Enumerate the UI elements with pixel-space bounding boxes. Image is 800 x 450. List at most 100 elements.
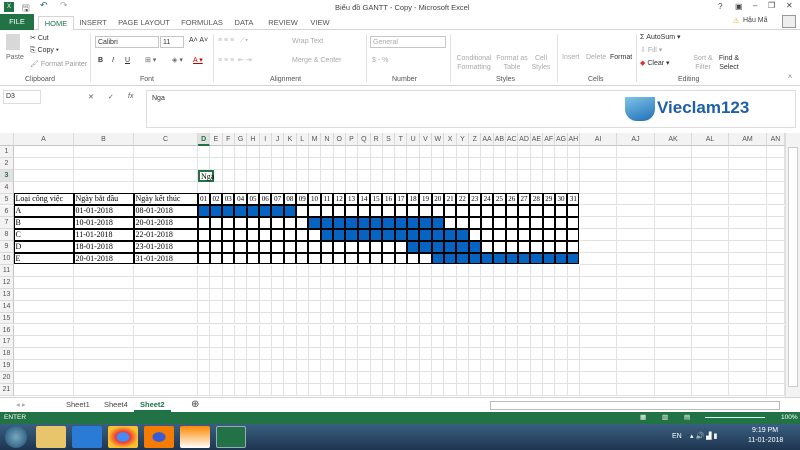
- cell[interactable]: [469, 336, 482, 349]
- cell[interactable]: [370, 312, 383, 325]
- cell[interactable]: [222, 252, 235, 265]
- cell[interactable]: [222, 336, 235, 349]
- cell[interactable]: [345, 240, 358, 253]
- cell[interactable]: [234, 324, 248, 337]
- cell[interactable]: [493, 205, 506, 217]
- cell[interactable]: [567, 216, 580, 229]
- cell[interactable]: [395, 181, 408, 194]
- gantt-bar-cell[interactable]: [283, 205, 297, 217]
- cell[interactable]: [284, 372, 297, 384]
- cell[interactable]: [617, 384, 655, 396]
- cell[interactable]: [222, 360, 235, 373]
- column-header-Z[interactable]: Z: [469, 133, 482, 146]
- cell[interactable]: [296, 372, 309, 384]
- cell[interactable]: [555, 181, 568, 194]
- cell[interactable]: [296, 181, 309, 194]
- cell[interactable]: [14, 157, 74, 170]
- cell[interactable]: [345, 205, 358, 217]
- cell[interactable]: [259, 336, 272, 349]
- cell[interactable]: [506, 348, 519, 361]
- cell[interactable]: [729, 205, 767, 218]
- tab-review[interactable]: REVIEW: [268, 16, 298, 30]
- cell[interactable]: [308, 372, 322, 384]
- cell[interactable]: [506, 146, 519, 158]
- cell[interactable]: [333, 157, 346, 170]
- cell[interactable]: [493, 146, 507, 158]
- cell[interactable]: [407, 360, 420, 373]
- cell[interactable]: [567, 348, 580, 361]
- cell[interactable]: [493, 300, 507, 313]
- cell[interactable]: [692, 205, 729, 218]
- cell[interactable]: [198, 360, 211, 373]
- cell[interactable]: [210, 181, 223, 194]
- cell[interactable]: [518, 312, 531, 325]
- cell[interactable]: [543, 312, 556, 325]
- cell[interactable]: [247, 300, 260, 313]
- cell[interactable]: [456, 146, 470, 158]
- cell[interactable]: [370, 324, 383, 337]
- cell[interactable]: [406, 205, 420, 217]
- number-format-select[interactable]: General: [370, 36, 446, 48]
- cell[interactable]: [567, 157, 580, 170]
- cell[interactable]: [469, 360, 482, 373]
- cell[interactable]: [333, 169, 346, 182]
- cell[interactable]: [284, 181, 297, 194]
- cell[interactable]: [395, 300, 408, 313]
- cell[interactable]: [456, 384, 470, 396]
- cell[interactable]: [134, 300, 198, 313]
- cell[interactable]: [271, 265, 285, 277]
- cell[interactable]: [469, 312, 482, 325]
- cell[interactable]: A: [13, 205, 74, 217]
- cell[interactable]: [333, 276, 346, 289]
- cell[interactable]: [222, 324, 235, 337]
- cell[interactable]: [333, 288, 346, 301]
- cell[interactable]: 11-01-2018: [73, 228, 134, 241]
- cell[interactable]: [296, 312, 309, 325]
- cell[interactable]: [321, 181, 334, 194]
- cell[interactable]: [370, 300, 383, 313]
- cell[interactable]: [271, 372, 285, 384]
- font-size-select[interactable]: 11: [160, 36, 184, 48]
- cell[interactable]: [333, 146, 346, 158]
- format-cells-button[interactable]: Format: [610, 54, 632, 61]
- gantt-bar-cell[interactable]: [431, 240, 444, 253]
- cell[interactable]: [469, 265, 482, 277]
- cell[interactable]: [345, 336, 359, 349]
- cell[interactable]: [518, 265, 531, 277]
- cell[interactable]: [308, 324, 322, 337]
- cell[interactable]: [506, 360, 519, 373]
- column-header-AD[interactable]: AD: [518, 133, 531, 146]
- bold-button[interactable]: B: [98, 57, 103, 64]
- gantt-bar-cell[interactable]: [419, 216, 432, 229]
- cell[interactable]: [444, 169, 457, 182]
- cell[interactable]: [358, 181, 371, 194]
- cell[interactable]: [14, 288, 74, 301]
- cell[interactable]: [333, 205, 346, 217]
- gantt-bar-cell[interactable]: [443, 228, 457, 241]
- cell[interactable]: [321, 157, 334, 170]
- cell[interactable]: [407, 265, 420, 277]
- cell[interactable]: [617, 276, 655, 289]
- cell[interactable]: [333, 372, 346, 384]
- cell[interactable]: [382, 348, 396, 361]
- cell[interactable]: [308, 205, 321, 217]
- cell[interactable]: [543, 360, 556, 373]
- cell[interactable]: [481, 312, 494, 325]
- cell[interactable]: [518, 157, 531, 170]
- minimize-button[interactable]: –: [753, 1, 757, 10]
- cell[interactable]: [729, 324, 767, 337]
- cell[interactable]: [74, 169, 134, 182]
- gantt-bar-cell[interactable]: [222, 205, 235, 217]
- cell[interactable]: [382, 265, 396, 277]
- cell[interactable]: [209, 228, 223, 241]
- cell[interactable]: [234, 336, 248, 349]
- cell[interactable]: [308, 300, 322, 313]
- cell[interactable]: [407, 157, 420, 170]
- new-sheet-button[interactable]: ⊕: [185, 398, 205, 412]
- cell[interactable]: [530, 384, 544, 396]
- vlc-icon[interactable]: [180, 426, 210, 448]
- cell[interactable]: [480, 216, 494, 229]
- cell[interactable]: [767, 181, 785, 194]
- cell[interactable]: [729, 181, 767, 194]
- cell[interactable]: [283, 216, 297, 229]
